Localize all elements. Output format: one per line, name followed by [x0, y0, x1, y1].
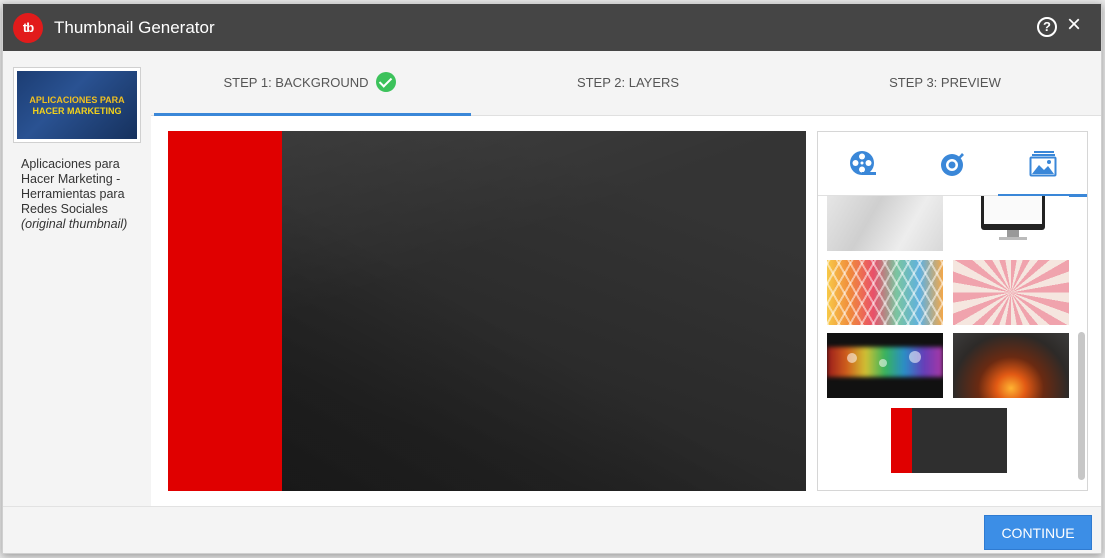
film-reel-icon — [850, 151, 876, 175]
original-thumbnail-sidebar: APLICACIONES PARA HACER MARKETING Aplica… — [3, 51, 151, 504]
tab-step-background[interactable]: STEP 1: BACKGROUND — [151, 51, 471, 116]
check-circle-icon — [376, 71, 397, 92]
monitor-screen — [981, 196, 1045, 230]
help-icon[interactable]: ? — [1037, 17, 1057, 37]
dialog-footer: CONTINUE — [3, 506, 1101, 553]
dialog-title: Thumbnail Generator — [54, 18, 215, 37]
original-thumbnail: APLICACIONES PARA HACER MARKETING — [13, 67, 141, 143]
background-tile-leaves[interactable] — [827, 260, 943, 325]
original-thumbnail-note: (original thumbnail) — [21, 217, 128, 231]
background-tile-paper[interactable] — [827, 196, 943, 251]
background-tile-fire[interactable] — [953, 333, 1069, 398]
background-gallery — [818, 196, 1073, 490]
preview-dark-polygon-area — [282, 131, 806, 491]
bokeh-dot — [847, 353, 857, 363]
thumbnail-text-line1: APLICACIONES PARA — [29, 95, 125, 105]
red-stripe — [891, 408, 912, 473]
tab-custom-color[interactable] — [908, 132, 998, 196]
tubebuddy-logo: tb — [13, 13, 43, 43]
gallery-scrollbar[interactable] — [1078, 332, 1085, 480]
background-picker-panel — [817, 131, 1088, 491]
image-gallery-icon — [1029, 151, 1057, 177]
close-icon[interactable]: × — [1064, 13, 1084, 37]
original-thumbnail-caption: Aplicaciones para Hacer Marketing - Herr… — [21, 157, 149, 232]
background-preview-canvas — [168, 131, 806, 491]
thumbnail-text-line2: HACER MARKETING — [32, 106, 122, 116]
title-bar: tb Thumbnail Generator ? × — [3, 4, 1101, 51]
tab-background-images[interactable] — [998, 132, 1087, 197]
background-tile-red-stripe[interactable] — [891, 408, 1007, 473]
original-thumbnail-image: APLICACIONES PARA HACER MARKETING — [17, 71, 137, 139]
bokeh-dot — [909, 351, 921, 363]
continue-button[interactable]: CONTINUE — [984, 515, 1092, 550]
tab-step-layers[interactable]: STEP 2: LAYERS — [469, 51, 787, 115]
background-tile-sunburst[interactable] — [953, 260, 1069, 325]
brush-target-icon — [941, 153, 964, 176]
bokeh-dot — [879, 359, 887, 367]
monitor-base — [999, 237, 1027, 240]
video-title: Aplicaciones para Hacer Marketing - Herr… — [21, 157, 125, 216]
step-label: STEP 2: LAYERS — [576, 75, 680, 90]
main-content — [151, 116, 1101, 506]
step-label: STEP 1: BACKGROUND — [223, 75, 369, 90]
tab-video-frames[interactable] — [818, 132, 908, 196]
background-tile-bokeh[interactable] — [827, 333, 943, 398]
background-tile-monitor[interactable] — [953, 196, 1069, 251]
step-tabs: STEP 1: BACKGROUND STEP 2: LAYERS STEP 3… — [151, 51, 1101, 116]
step-label: STEP 3: PREVIEW — [889, 75, 1001, 90]
logo-text: tb — [22, 20, 34, 35]
thumbnail-generator-dialog: tb Thumbnail Generator ? × APLICACIONES … — [2, 3, 1102, 554]
preview-red-stripe — [168, 131, 282, 491]
tab-step-preview[interactable]: STEP 3: PREVIEW — [787, 51, 1101, 115]
panel-tabs — [818, 132, 1087, 197]
